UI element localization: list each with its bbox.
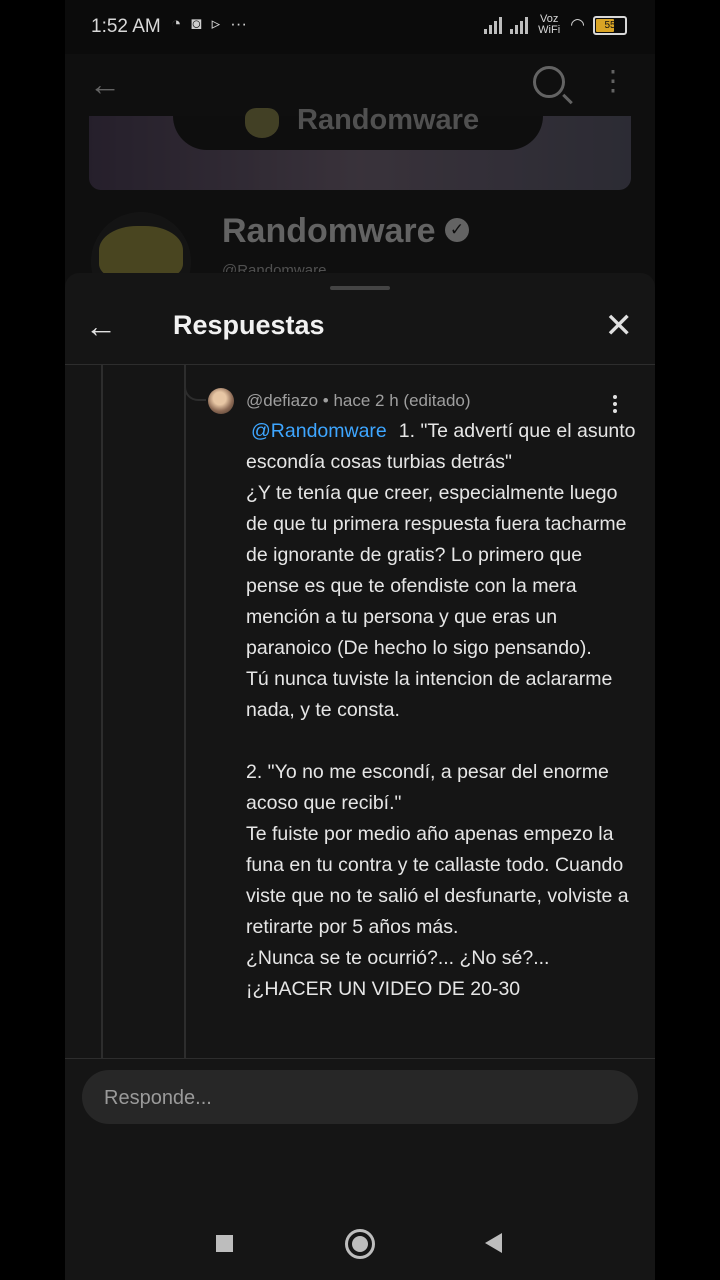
sheet-header: ← Respuestas ✕ [65, 290, 655, 365]
recents-square-icon[interactable] [216, 1235, 233, 1252]
banner-logo-pill: Randomware [173, 104, 543, 150]
status-indicators: Voz WiFi ◠ 55 [484, 14, 627, 36]
system-nav-bar [65, 1208, 655, 1280]
channel-handle: @Randomware [222, 262, 327, 272]
reply-input[interactable] [102, 1070, 606, 1126]
back-triangle-icon[interactable] [485, 1233, 502, 1253]
thread-connector [184, 365, 206, 401]
back-arrow-icon[interactable]: ← [85, 308, 117, 345]
mention-link[interactable]: @Randomware [251, 420, 387, 442]
whatsapp-icon: ◔ [171, 14, 182, 33]
banner-text: Randomware [297, 104, 480, 136]
search-icon[interactable] [533, 66, 565, 98]
thread-line [184, 365, 186, 1060]
more-vert-icon[interactable]: ⋮ [599, 64, 627, 97]
status-bar: 1:52 AM ◔ ◙ ▹ ··· Voz WiFi ◠ 55 [65, 0, 655, 54]
reply-body: @Randomware 1. "Te advertí que el asunto … [246, 416, 636, 1056]
play-icon: ▹ [211, 14, 221, 33]
discord-icon: ◙ [191, 14, 202, 33]
more-vert-icon[interactable] [613, 395, 619, 416]
channel-banner: Randomware [89, 104, 631, 190]
reply-composer[interactable] [82, 1070, 638, 1126]
thread-line [101, 365, 103, 1060]
battery-icon: 55 [593, 15, 627, 35]
phone-screen: 1:52 AM ◔ ◙ ▹ ··· Voz WiFi ◠ 55 ← ⋮ Rand… [65, 0, 655, 1280]
notification-icons: ◔ ◙ ▹ ··· [171, 14, 247, 34]
status-time: 1:52 AM [91, 16, 161, 37]
signal-icon [484, 16, 503, 34]
channel-avatar[interactable] [91, 212, 193, 274]
sheet-title: Respuestas [173, 310, 325, 340]
signal-icon-2 [510, 16, 529, 34]
home-circle-icon[interactable] [345, 1229, 375, 1259]
verified-icon: ✓ [445, 218, 469, 242]
reply-text: 1. "Te advertí que el asunto escondía co… [246, 420, 636, 1000]
more-dots-icon: ··· [230, 14, 248, 33]
channel-name: Randomware [222, 212, 436, 250]
battery-level: 55 [604, 19, 616, 31]
network-label: Voz WiFi [538, 13, 561, 36]
channel-logo-icon [245, 108, 279, 138]
back-arrow-icon[interactable]: ← [89, 66, 121, 103]
replies-sheet: ← Respuestas ✕ @defiazo • hace 2 h (edit… [65, 273, 655, 1280]
reply-meta: @defiazo • hace 2 h (editado) [246, 391, 471, 410]
close-icon[interactable]: ✕ [605, 306, 634, 346]
avatar[interactable] [208, 388, 234, 414]
wifi-icon: ◠ [570, 15, 585, 34]
